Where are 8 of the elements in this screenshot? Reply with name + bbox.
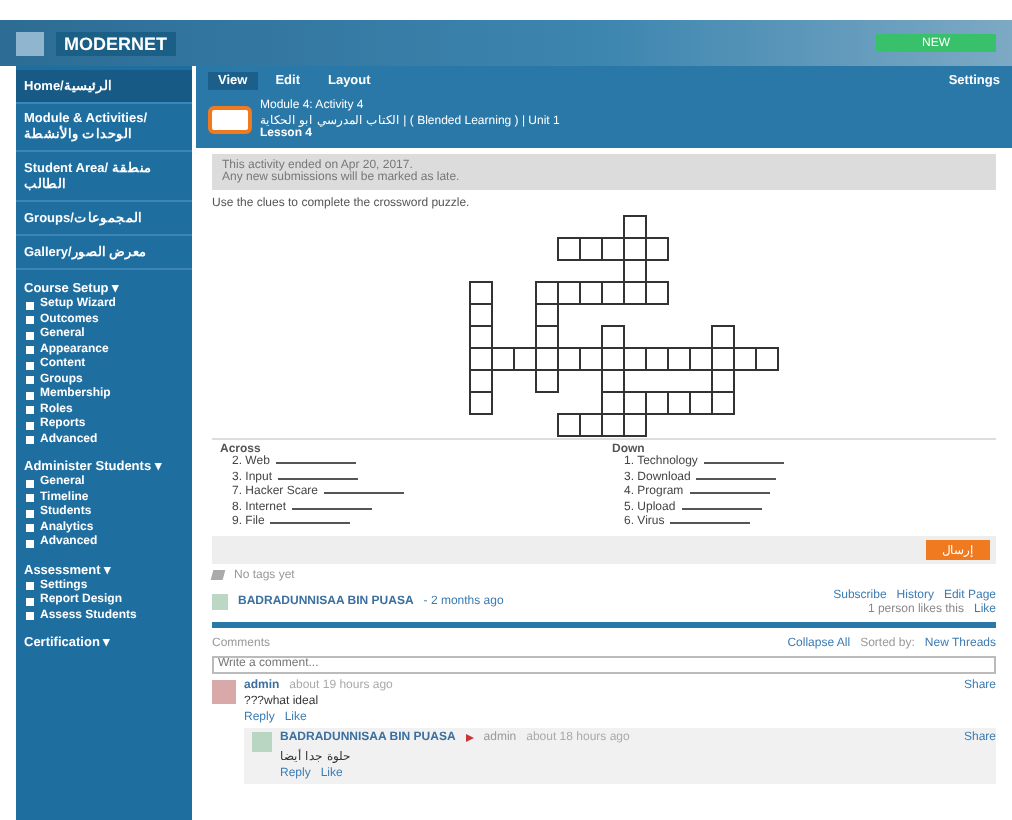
avatar [212,679,236,703]
avatar [212,594,228,610]
course-logo-icon [208,106,252,134]
tag-icon [210,570,226,580]
avatar [252,731,272,751]
site-logo[interactable]: MODERNET [56,31,175,55]
arrow-icon [465,733,474,741]
home-icon[interactable] [16,31,44,55]
